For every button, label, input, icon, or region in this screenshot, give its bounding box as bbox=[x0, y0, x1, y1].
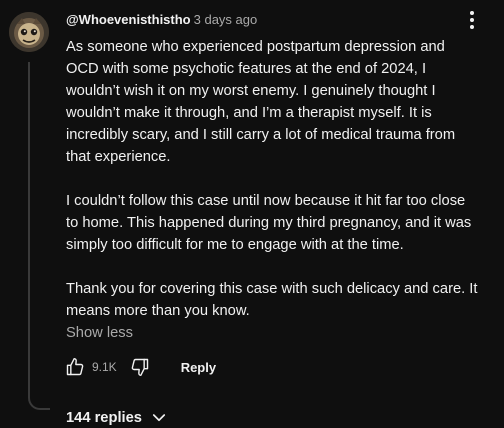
avatar[interactable] bbox=[9, 12, 49, 52]
replies-count-label: 144 replies bbox=[66, 410, 142, 426]
chevron-down-icon bbox=[152, 414, 166, 422]
comment-line: wouldn’t wish it on my worst enemy. I ge… bbox=[66, 83, 436, 99]
like-count: 9.1K bbox=[92, 360, 117, 374]
comment-thread: @Whoevenisthistho 3 days ago As someone w… bbox=[0, 0, 504, 427]
comment-line: wouldn’t make it through, and I’m a ther… bbox=[66, 105, 432, 121]
like-button[interactable] bbox=[62, 354, 88, 380]
comment-line: incredibly scary, and I still carry a lo… bbox=[66, 127, 456, 143]
dislike-button[interactable] bbox=[127, 354, 153, 380]
comment-line: As someone who experienced postpartum de… bbox=[66, 39, 445, 55]
comment-line: means more than you know. bbox=[66, 303, 250, 319]
more-vertical-icon-dot bbox=[470, 25, 474, 29]
comment-header: @Whoevenisthistho 3 days ago bbox=[66, 11, 257, 29]
reply-button[interactable]: Reply bbox=[181, 360, 216, 375]
show-less-button[interactable]: Show less bbox=[66, 323, 133, 343]
comment-line: Thank you for covering this case with su… bbox=[66, 281, 478, 297]
thumbs-down-icon bbox=[131, 358, 148, 377]
comment-blank-line bbox=[66, 168, 500, 190]
comment-timestamp[interactable]: 3 days ago bbox=[194, 12, 258, 27]
more-vertical-icon bbox=[470, 11, 474, 15]
comment-line: I couldn’t follow this case until now be… bbox=[66, 193, 466, 209]
comment-line: OCD with some psychotic features at the … bbox=[66, 61, 427, 77]
thread-connector-line bbox=[28, 62, 50, 410]
comment-line: simply too difficult for me to engage wi… bbox=[66, 237, 404, 253]
avatar-illustration-icon bbox=[9, 12, 49, 52]
more-vertical-icon-dot bbox=[470, 18, 474, 22]
view-replies-button[interactable]: 144 replies bbox=[66, 408, 168, 428]
comment-author[interactable]: @Whoevenisthistho bbox=[66, 12, 191, 27]
comment-line: to home. This happened during my third p… bbox=[66, 215, 472, 231]
comment-blank-line bbox=[66, 256, 500, 278]
comment-body: As someone who experienced postpartum de… bbox=[66, 36, 500, 322]
thumbs-up-icon bbox=[66, 357, 84, 376]
comment-menu-button[interactable] bbox=[462, 8, 482, 32]
comment-line: that experience. bbox=[66, 149, 171, 165]
comment-actions: 9.1K Reply bbox=[62, 354, 216, 380]
